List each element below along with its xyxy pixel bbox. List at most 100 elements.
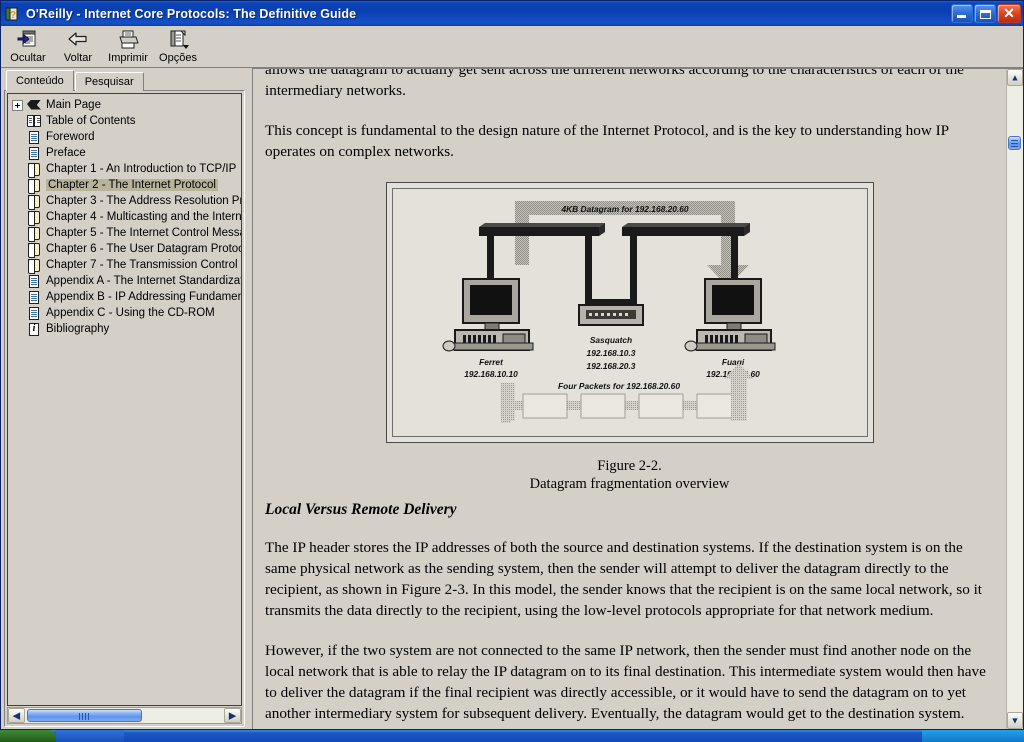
chevron-left-icon: ◀ xyxy=(13,710,20,720)
title-bar: ? O'Reilly - Internet Core Protocols: Th… xyxy=(1,1,1023,26)
expand-plus-icon[interactable] xyxy=(12,99,23,111)
svg-text:Sasquatch: Sasquatch xyxy=(589,335,631,345)
restore-button[interactable] xyxy=(974,4,996,23)
tree-item[interactable]: Chapter 7 - The Transmission Control P xyxy=(10,257,241,274)
window-title: O'Reilly - Internet Core Protocols: The … xyxy=(26,6,357,21)
chapter-icon xyxy=(26,258,43,274)
document-icon xyxy=(26,290,43,305)
svg-text:192.168.10.3: 192.168.10.3 xyxy=(586,348,635,358)
scroll-down-button[interactable]: ▼ xyxy=(1007,712,1023,729)
printer-icon xyxy=(116,29,140,51)
tree-item-label: Chapter 2 - The Internet Protocol xyxy=(46,179,218,191)
tree-item-label: Appendix A - The Internet Standardizati xyxy=(46,275,241,287)
minimize-icon xyxy=(957,15,966,18)
tree-item[interactable]: Appendix B - IP Addressing Fundament xyxy=(10,289,241,305)
print-button[interactable]: Imprimir xyxy=(103,27,153,67)
document-icon xyxy=(26,146,43,161)
navigation-pane: Conteúdo Pesquisar Main Page Table of Con… xyxy=(1,68,247,729)
figure-caption-title: Datagram fragmentation overview xyxy=(529,476,730,492)
options-label: Opções xyxy=(159,52,197,64)
tree-item-label: Chapter 7 - The Transmission Control P xyxy=(46,259,241,271)
system-tray[interactable] xyxy=(922,730,1024,742)
tree-item[interactable]: Chapter 5 - The Internet Control Messag xyxy=(10,225,241,242)
tree-item-label: Chapter 6 - The User Datagram Protoco xyxy=(46,243,241,255)
document-scroll-thumb[interactable] xyxy=(1008,136,1021,150)
tree-item-label: Appendix C - Using the CD-ROM xyxy=(46,307,215,319)
tree-item-label: Chapter 4 - Multicasting and the Interne xyxy=(46,211,241,223)
chevron-up-icon: ▲ xyxy=(1010,72,1020,82)
minimize-button[interactable] xyxy=(951,4,973,23)
chapter-icon xyxy=(26,178,43,194)
figure-diagram: Ferret 192.168.10.10 Sasquatch 192.168.1… xyxy=(442,201,775,423)
quick-launch-bar[interactable] xyxy=(56,730,124,742)
tree-item[interactable]: Chapter 3 - The Address Resolution Pro xyxy=(10,193,241,210)
svg-text:?: ? xyxy=(10,10,16,21)
chevron-right-icon: ▶ xyxy=(229,710,236,720)
tree-item-label: Main Page xyxy=(46,99,101,111)
scroll-up-button[interactable]: ▲ xyxy=(1007,69,1023,86)
back-arrow-icon xyxy=(66,29,90,51)
restore-icon xyxy=(980,10,991,19)
back-label: Voltar xyxy=(63,52,93,64)
scroll-right-button[interactable]: ▶ xyxy=(224,708,241,723)
document-icon xyxy=(26,274,43,289)
paragraph-however: However, if the two system are not conne… xyxy=(265,642,986,722)
close-icon: ✕ xyxy=(1003,5,1015,21)
tab-search[interactable]: Pesquisar xyxy=(74,72,144,91)
back-button[interactable]: Voltar xyxy=(53,27,103,67)
figure-2-2: Ferret 192.168.10.10 Sasquatch 192.168.1… xyxy=(265,182,994,493)
hide-pane-icon xyxy=(16,29,40,51)
contents-tree[interactable]: Main Page Table of Contents Foreword Prefac… xyxy=(7,93,242,706)
figure-caption: Figure 2-2. Datagram fragmentation overv… xyxy=(265,457,994,493)
main-split: Conteúdo Pesquisar Main Page Table of Con… xyxy=(1,68,1023,729)
chapter-icon xyxy=(26,242,43,258)
options-button[interactable]: Opções xyxy=(153,27,203,67)
tree-item[interactable]: Chapter 4 - Multicasting and the Interne xyxy=(10,209,241,226)
tree-item[interactable]: Preface xyxy=(10,145,241,161)
taskbar xyxy=(0,730,1024,742)
hide-pane-button[interactable]: Ocultar xyxy=(3,27,53,67)
paragraph-concept: This concept is fundamental to the desig… xyxy=(265,122,949,160)
tree-item-label: Bibliography xyxy=(46,323,110,335)
tree-item[interactable]: Appendix A - The Internet Standardizati xyxy=(10,273,241,289)
close-button[interactable]: ✕ xyxy=(997,4,1021,23)
options-icon xyxy=(166,29,190,51)
paragraph-clipped: allows the datagram to actually get sent… xyxy=(265,69,964,99)
help-book-icon: ? xyxy=(5,6,21,22)
tree-item-label: Appendix B - IP Addressing Fundament xyxy=(46,291,241,303)
tree-item[interactable]: Table of Contents xyxy=(10,113,241,129)
document-view[interactable]: allows the datagram to actually get sent… xyxy=(253,69,1006,729)
document-icon xyxy=(26,306,43,321)
document-scroll-track[interactable] xyxy=(1007,86,1023,712)
tree-item[interactable]: Chapter 1 - An Introduction to TCP/IP xyxy=(10,161,241,178)
tree-item-label: Foreword xyxy=(46,131,95,143)
tree-item[interactable]: Chapter 2 - The Internet Protocol xyxy=(10,177,241,194)
tree-item[interactable]: Chapter 6 - The User Datagram Protoco xyxy=(10,241,241,258)
tree-horizontal-scrollbar[interactable]: ◀ ▶ xyxy=(7,707,242,724)
start-button[interactable] xyxy=(0,730,56,742)
tree-item[interactable]: Bibliography xyxy=(10,321,241,337)
document-icon xyxy=(26,130,43,145)
scroll-left-button[interactable]: ◀ xyxy=(8,708,25,723)
packets-label: Four Packets for 192.168.20.60 xyxy=(558,381,680,391)
svg-text:192.168.20.3: 192.168.20.3 xyxy=(586,361,635,371)
chapter-icon xyxy=(26,226,43,242)
info-icon xyxy=(26,322,43,337)
tree-item[interactable]: Appendix C - Using the CD-ROM xyxy=(10,305,241,321)
tree-scroll-track[interactable] xyxy=(25,708,224,723)
open-book-icon xyxy=(26,114,43,129)
chevron-down-icon: ▼ xyxy=(1010,715,1020,725)
tree-item-label: Chapter 1 - An Introduction to TCP/IP xyxy=(46,163,237,175)
tree-item[interactable]: Foreword xyxy=(10,129,241,145)
tree-scroll-thumb[interactable] xyxy=(27,709,142,722)
tree-item-label: Chapter 5 - The Internet Control Messag xyxy=(46,227,241,239)
paragraph-local-remote: The IP header stores the IP addresses of… xyxy=(265,539,983,619)
tree-item[interactable]: Main Page xyxy=(10,97,241,113)
figure-caption-number: Figure 2-2. xyxy=(597,458,662,474)
tab-contents[interactable]: Conteúdo xyxy=(6,70,74,91)
tree-item-label: Table of Contents xyxy=(46,115,136,127)
toolbar: Ocultar Voltar Imprimir Opções xyxy=(1,26,1023,68)
section-heading: Local Versus Remote Delivery xyxy=(265,501,457,518)
document-vertical-scrollbar[interactable]: ▲ ▼ xyxy=(1006,69,1023,729)
svg-text:192.168.10.10: 192.168.10.10 xyxy=(464,369,518,379)
